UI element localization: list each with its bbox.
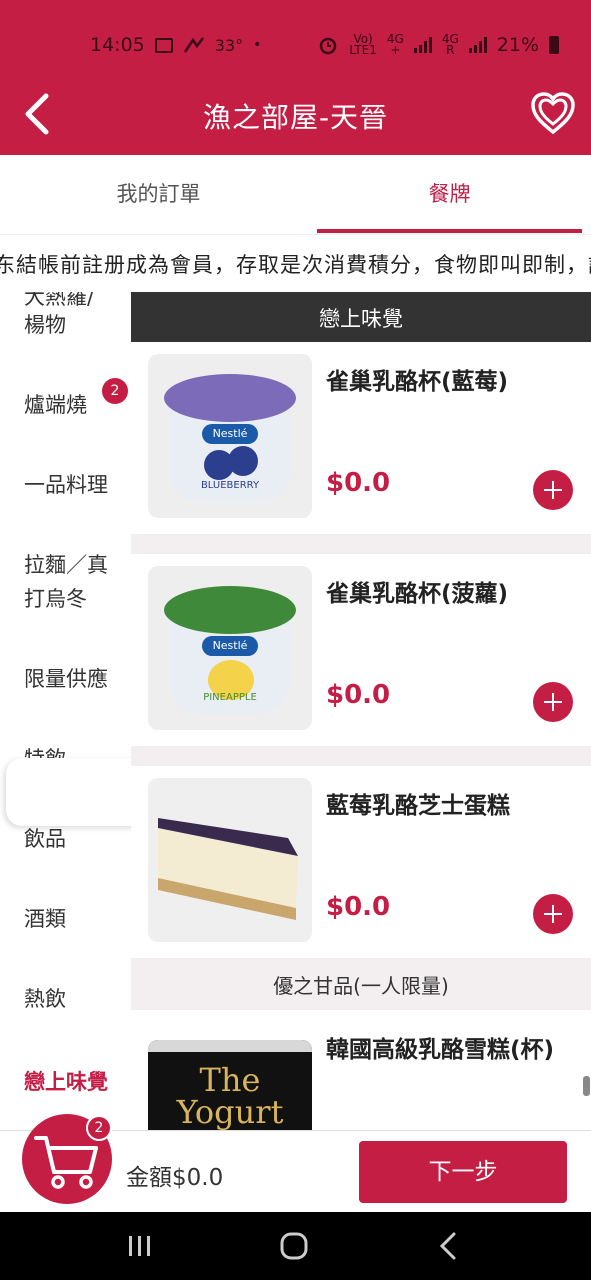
tab-bar: 我的訂單 餐牌 <box>0 155 591 233</box>
next-step-button[interactable]: 下一步 <box>359 1141 567 1203</box>
category-badge: 2 <box>102 378 128 404</box>
item-name: 雀巢乳酪杯(菠蘿) <box>326 581 509 607</box>
system-back-button[interactable] <box>408 1212 488 1280</box>
tab-menu[interactable]: 餐牌 <box>317 155 582 233</box>
battery-percent: 21% <box>496 34 539 56</box>
cart-count-badge: 2 <box>86 1115 112 1141</box>
category-item[interactable]: 限量供應 <box>24 662 124 696</box>
menu-item-card[interactable]: The Yogurt 韓國高級乳酪雪糕(杯) <box>131 1010 591 1130</box>
system-nav-bar <box>0 1212 591 1280</box>
back-icon <box>439 1232 456 1260</box>
cup-lid <box>164 374 296 422</box>
status-bar: 14:05 33° • Vo) LTE1 4G + 4G R 21% <box>0 28 591 62</box>
yogurt-cup-picture: The Yogurt <box>148 1040 312 1130</box>
add-item-button[interactable] <box>533 470 573 510</box>
brand-logo: Nestlé <box>202 424 258 444</box>
network-type-2: 4G R <box>441 32 459 57</box>
category-item[interactable]: 熱飲 <box>24 982 124 1016</box>
tab-my-orders[interactable]: 我的訂單 <box>0 155 317 233</box>
active-tab-indicator <box>317 229 582 233</box>
total-amount: 金額$0.0 <box>126 1165 224 1191</box>
item-name: 藍莓乳酪芝士蛋糕 <box>326 793 510 819</box>
status-dot-icon: • <box>253 37 262 53</box>
flavor-label: PINEAPPLE <box>203 692 257 703</box>
yogurt-brand-text-1: The <box>199 1061 261 1099</box>
category-sidebar[interactable]: 大熱羅/ 楊物 爐端燒 2 一品料理 拉麵／真 打烏冬 限量供應 特飲 飲品 酒… <box>0 292 131 1130</box>
recent-apps-icon <box>129 1236 150 1256</box>
page-title: 漁之部屋-天晉 <box>202 101 389 134</box>
favorite-button[interactable] <box>529 90 577 138</box>
section-header: 戀上味覺 <box>131 292 591 342</box>
status-time: 14:05 <box>90 34 145 56</box>
menu-item-card[interactable]: 藍莓乳酪芝士蛋糕 $0.0 <box>131 766 591 958</box>
active-category-tab[interactable] <box>6 758 146 826</box>
battery-icon <box>549 36 559 54</box>
flavor-label: BLUEBERRY <box>200 480 260 491</box>
announcement-text: 东結帳前註册成為會員，存取是次消費積分，食物即叫即制，請 <box>0 253 591 277</box>
announcement-marquee: 东結帳前註册成為會員，存取是次消費積分，食物即叫即制，請 <box>0 234 591 292</box>
weather-icon <box>183 37 204 53</box>
item-image: Nestlé BLUEBERRY <box>148 354 312 518</box>
menu-item-card[interactable]: Nestlé BLUEBERRY 雀巢乳酪杯(藍莓) $0.0 <box>131 342 591 534</box>
category-item[interactable]: 楊物 <box>24 308 124 342</box>
signal-icon-2 <box>468 37 487 53</box>
cup-rim <box>148 1040 312 1052</box>
menu-list[interactable]: 戀上味覺 Nestlé BLUEBERRY 雀巢乳酪杯(藍莓) $0.0 Nes… <box>131 292 591 1130</box>
item-image: The Yogurt <box>148 1040 312 1130</box>
category-item[interactable]: 酒類 <box>24 902 124 936</box>
section-header: 優之甘品(一人限量) <box>273 974 449 998</box>
item-name: 雀巢乳酪杯(藍莓) <box>326 369 509 395</box>
cup-lid <box>164 586 296 634</box>
add-item-button[interactable] <box>533 894 573 934</box>
active-category-label[interactable]: 戀上味覺 <box>24 1066 108 1096</box>
gallery-icon <box>154 37 173 53</box>
category-item[interactable]: 一品料理 <box>24 468 124 502</box>
yogurt-brand-text-2: Yogurt <box>176 1093 284 1130</box>
home-icon <box>280 1232 308 1260</box>
signal-icon-1 <box>413 37 432 53</box>
menu-item-card[interactable]: Nestlé PINEAPPLE 雀巢乳酪杯(菠蘿) $0.0 <box>131 554 591 746</box>
volte-indicator: Vo) LTE1 <box>349 32 377 57</box>
add-item-button[interactable] <box>533 682 573 722</box>
category-item[interactable]: 飲品 <box>24 822 124 856</box>
recent-apps-button[interactable] <box>100 1212 180 1280</box>
home-button[interactable] <box>254 1212 334 1280</box>
brand-logo: Nestlé <box>202 636 258 656</box>
scrollbar-thumb[interactable] <box>583 1076 590 1096</box>
item-image: Nestlé PINEAPPLE <box>148 566 312 730</box>
cheesecake-picture <box>158 818 298 920</box>
network-type-1: 4G + <box>386 32 404 57</box>
item-price: $0.0 <box>326 680 391 710</box>
item-image <box>148 778 312 942</box>
item-name: 韓國高級乳酪雪糕(杯) <box>326 1037 555 1063</box>
alarm-icon <box>320 37 337 55</box>
item-price: $0.0 <box>326 468 391 498</box>
app-header: 14:05 33° • Vo) LTE1 4G + 4G R 21% 漁之部屋-天晉 <box>0 0 591 155</box>
heart-icon <box>531 92 575 135</box>
category-item[interactable]: 拉麵／真 打烏冬 <box>24 548 124 616</box>
status-temperature: 33° <box>214 35 244 55</box>
blueberry-shape <box>228 446 258 476</box>
item-price: $0.0 <box>326 892 391 922</box>
